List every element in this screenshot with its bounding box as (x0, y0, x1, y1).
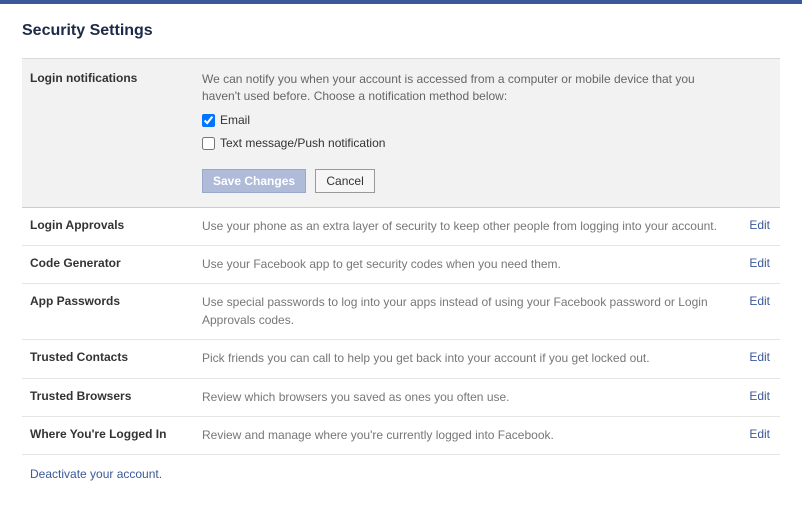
checkbox-row-text: Text message/Push notification (202, 135, 720, 152)
deactivate-account-link[interactable]: Deactivate your account. (22, 455, 780, 493)
section-trusted-browsers[interactable]: Trusted Browsers Review which browsers y… (22, 379, 780, 417)
section-body-login-notifications: We can notify you when your account is a… (202, 71, 730, 193)
save-button[interactable]: Save Changes (202, 169, 306, 193)
edit-link-app-passwords[interactable]: Edit (749, 294, 770, 308)
checkbox-email-label[interactable]: Email (220, 112, 250, 129)
section-body-login-approvals: Use your phone as an extra layer of secu… (202, 218, 730, 235)
section-label-login-notifications: Login notifications (22, 71, 202, 193)
section-where-logged-in[interactable]: Where You're Logged In Review and manage… (22, 417, 780, 455)
section-body-trusted-contacts: Pick friends you can call to help you ge… (202, 350, 730, 367)
section-label-trusted-browsers: Trusted Browsers (22, 389, 202, 406)
edit-link-code-generator[interactable]: Edit (749, 256, 770, 270)
checkbox-text[interactable] (202, 137, 215, 150)
section-body-app-passwords: Use special passwords to log into your a… (202, 294, 730, 329)
page-title: Security Settings (22, 22, 780, 40)
edit-link-trusted-contacts[interactable]: Edit (749, 350, 770, 364)
edit-link-login-approvals[interactable]: Edit (749, 218, 770, 232)
settings-container: Security Settings Login notifications We… (0, 4, 802, 503)
checkbox-text-label[interactable]: Text message/Push notification (220, 135, 385, 152)
edit-link-trusted-browsers[interactable]: Edit (749, 389, 770, 403)
section-body-trusted-browsers: Review which browsers you saved as ones … (202, 389, 730, 406)
checkbox-email[interactable] (202, 114, 215, 127)
settings-list: Login notifications We can notify you wh… (22, 58, 780, 455)
section-login-approvals[interactable]: Login Approvals Use your phone as an ext… (22, 208, 780, 246)
edit-link-where-logged-in[interactable]: Edit (749, 427, 770, 441)
section-label-trusted-contacts: Trusted Contacts (22, 350, 202, 367)
section-code-generator[interactable]: Code Generator Use your Facebook app to … (22, 246, 780, 284)
button-row: Save Changes Cancel (202, 169, 720, 193)
section-label-login-approvals: Login Approvals (22, 218, 202, 235)
section-label-where-logged-in: Where You're Logged In (22, 427, 202, 444)
section-action-login-notifications (730, 71, 780, 193)
section-body-code-generator: Use your Facebook app to get security co… (202, 256, 730, 273)
section-app-passwords[interactable]: App Passwords Use special passwords to l… (22, 284, 780, 340)
section-body-where-logged-in: Review and manage where you're currently… (202, 427, 730, 444)
section-label-app-passwords: App Passwords (22, 294, 202, 329)
section-login-notifications: Login notifications We can notify you wh… (22, 59, 780, 208)
section-trusted-contacts[interactable]: Trusted Contacts Pick friends you can ca… (22, 340, 780, 378)
checkbox-row-email: Email (202, 112, 720, 129)
section-label-code-generator: Code Generator (22, 256, 202, 273)
cancel-button[interactable]: Cancel (315, 169, 374, 193)
login-notifications-description: We can notify you when your account is a… (202, 71, 720, 106)
